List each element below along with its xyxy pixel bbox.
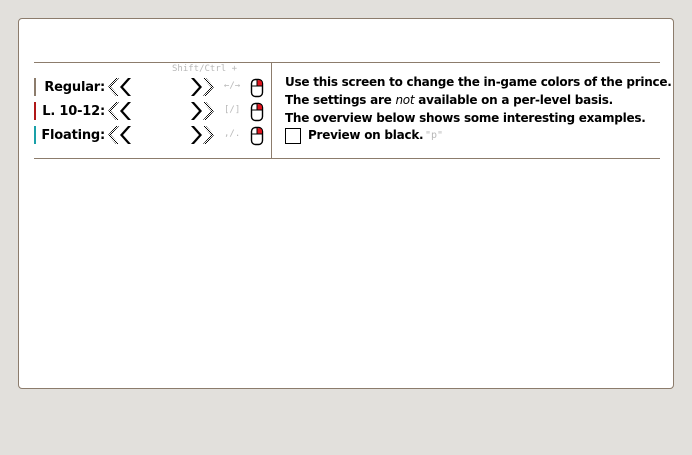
mouse-icon: [250, 101, 264, 122]
next-color-button[interactable]: [189, 77, 217, 97]
double-chevron-left-icon: [105, 77, 133, 97]
info-line-2-end: available on a per-level basis.: [414, 93, 613, 107]
row-label: L. 10-12:: [42, 104, 105, 119]
double-chevron-right-icon: [189, 125, 217, 145]
keyboard-hint: ←/→: [224, 81, 241, 91]
row-accent-bar: [34, 126, 36, 144]
info-line-1: Use this screen to change the in-game co…: [285, 75, 672, 89]
preview-checkbox[interactable]: [285, 128, 301, 144]
preview-label[interactable]: Preview on black.: [308, 128, 424, 142]
color-row-regular: Regular: ←/→: [34, 77, 271, 99]
modifier-hint: Shift/Ctrl +: [172, 64, 238, 74]
preview-key-hint: "p": [425, 130, 444, 141]
double-chevron-left-icon: [105, 125, 133, 145]
mouse-icon: [250, 77, 264, 98]
color-row-levels-10-12: L. 10-12: [/]: [34, 101, 271, 123]
row-accent-bar: [34, 102, 36, 120]
previous-color-button[interactable]: [105, 77, 133, 97]
top-divider: [34, 62, 660, 63]
keyboard-hint: ,/.: [224, 129, 241, 139]
settings-panel: Shift/Ctrl + Regular: ←/→ L. 10-12: [/] …: [18, 18, 674, 389]
double-chevron-left-icon: [105, 101, 133, 121]
info-line-2-start: The settings are: [285, 93, 396, 107]
double-chevron-right-icon: [189, 101, 217, 121]
row-label: Regular:: [44, 80, 105, 95]
row-accent-bar: [34, 78, 36, 96]
previous-color-button[interactable]: [105, 125, 133, 145]
mouse-icon: [250, 125, 264, 146]
bottom-divider: [34, 158, 660, 159]
info-line-3: The overview below shows some interestin…: [285, 111, 646, 125]
row-label: Floating:: [41, 128, 105, 143]
double-chevron-right-icon: [189, 77, 217, 97]
column-divider: [271, 62, 272, 158]
info-line-2: The settings are not available on a per-…: [285, 91, 670, 109]
next-color-button[interactable]: [189, 101, 217, 121]
info-line-2-emphasis: not: [395, 93, 415, 107]
color-row-floating: Floating: ,/.: [34, 125, 271, 147]
info-text: Use this screen to change the in-game co…: [285, 73, 672, 127]
next-color-button[interactable]: [189, 125, 217, 145]
previous-color-button[interactable]: [105, 101, 133, 121]
keyboard-hint: [/]: [224, 105, 241, 115]
